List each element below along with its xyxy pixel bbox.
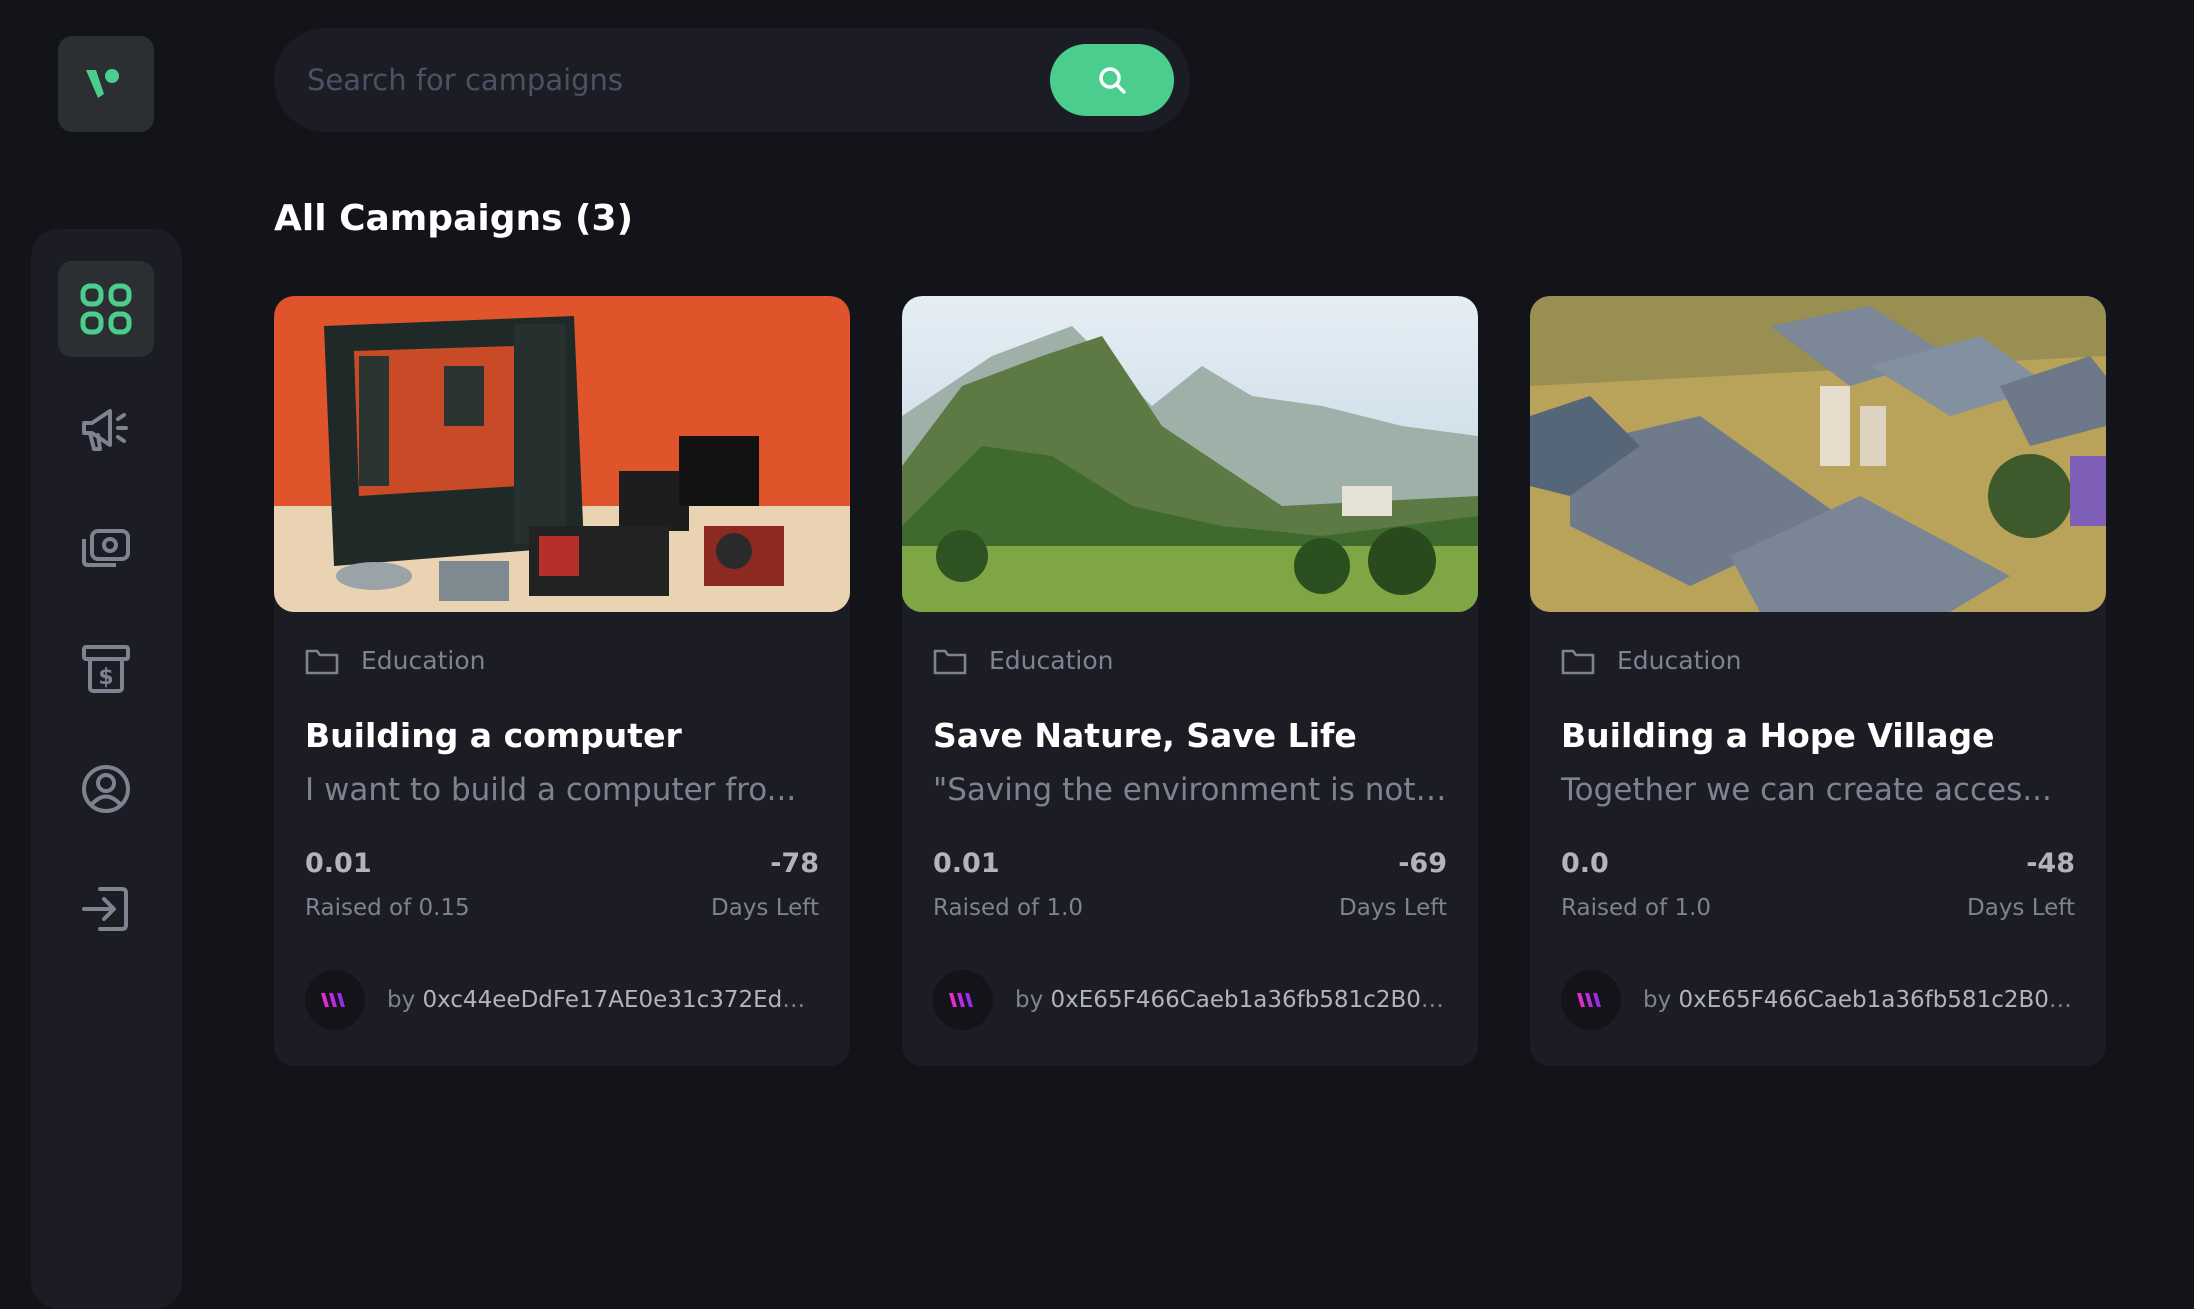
raised-label: Raised of 1.0 [933, 895, 1084, 921]
campaign-image-computer [274, 296, 850, 612]
owner-address: by 0xE65F466Caeb1a36fb581c2B05... [1015, 987, 1447, 1013]
sidebar-item-withdraw[interactable]: $ [58, 621, 154, 717]
megaphone-icon [82, 409, 128, 451]
avatar [933, 970, 993, 1030]
owner-address: by 0xE65F466Caeb1a36fb581c2B05... [1643, 987, 2075, 1013]
folder-icon [933, 649, 967, 674]
campaign-category: Education [933, 646, 1113, 675]
campaign-description: "Saving the environment is not ... [933, 772, 1447, 808]
raised-label: Raised of 0.15 [305, 895, 470, 921]
campaign-image-village [1530, 296, 2106, 612]
sidebar: $ [31, 229, 182, 1309]
payment-camera-icon [82, 529, 130, 567]
campaign-description: I want to build a computer fro... [305, 772, 797, 808]
days-left-value: -78 [770, 848, 819, 879]
avatar [1561, 970, 1621, 1030]
campaign-description: Together we can create acces... [1561, 772, 2052, 808]
raised-stat: 0.0 Raised of 1.0 [1561, 848, 1711, 921]
campaign-owner: by 0xc44eeDdFe17AE0e31c372EdBC... [305, 970, 819, 1030]
campaign-title: Building a computer [305, 716, 682, 755]
profile-icon [82, 765, 130, 813]
campaign-title: Save Nature, Save Life [933, 716, 1357, 755]
owner-address: by 0xc44eeDdFe17AE0e31c372EdBC... [387, 987, 819, 1013]
days-left-label: Days Left [711, 895, 819, 921]
raised-amount: 0.01 [933, 848, 1000, 879]
thirdweb-logo-icon [949, 993, 973, 1007]
category-label: Education [1617, 646, 1742, 675]
search-input[interactable] [305, 28, 1005, 132]
search-bar [274, 28, 1190, 132]
page-title: All Campaigns (3) [274, 198, 634, 239]
days-left-value: -48 [2026, 848, 2075, 879]
campaign-title: Building a Hope Village [1561, 716, 1995, 755]
raised-label: Raised of 1.0 [1561, 895, 1712, 921]
campaign-image-nature [902, 296, 1478, 612]
days-stat: -48 Days Left [1967, 848, 2075, 921]
campaign-category: Education [305, 646, 485, 675]
folder-icon [305, 649, 339, 674]
folder-icon [1561, 649, 1595, 674]
sidebar-item-logout[interactable] [58, 861, 154, 957]
campaign-card[interactable]: Education Building a computer I want to … [274, 296, 850, 1066]
svg-text:$: $ [98, 665, 113, 690]
brand-logo[interactable] [58, 36, 154, 132]
days-left-label: Days Left [1967, 895, 2075, 921]
category-label: Education [989, 646, 1114, 675]
search-button[interactable] [1050, 44, 1174, 116]
thirdweb-logo-icon [1577, 993, 1601, 1007]
search-icon [1099, 67, 1126, 94]
logout-icon [82, 887, 128, 931]
sidebar-item-profile[interactable] [58, 741, 154, 837]
sidebar-item-dashboard[interactable] [58, 261, 154, 357]
brand-logo-icon [86, 69, 119, 98]
campaign-owner: by 0xE65F466Caeb1a36fb581c2B05... [1561, 970, 2075, 1030]
days-left-label: Days Left [1339, 895, 1447, 921]
dashboard-grid-icon [80, 283, 132, 335]
days-stat: -69 Days Left [1339, 848, 1447, 921]
raised-stat: 0.01 Raised of 1.0 [933, 848, 1083, 921]
withdraw-dollar-icon: $ [82, 645, 130, 693]
campaign-category: Education [1561, 646, 1741, 675]
days-left-value: -69 [1398, 848, 1447, 879]
campaign-card[interactable]: Education Building a Hope Village Togeth… [1530, 296, 2106, 1066]
raised-amount: 0.01 [305, 848, 372, 879]
avatar [305, 970, 365, 1030]
campaign-owner: by 0xE65F466Caeb1a36fb581c2B05... [933, 970, 1447, 1030]
days-stat: -78 Days Left [711, 848, 819, 921]
sidebar-item-payment[interactable] [58, 501, 154, 597]
raised-stat: 0.01 Raised of 0.15 [305, 848, 470, 921]
category-label: Education [361, 646, 486, 675]
campaign-card[interactable]: Education Save Nature, Save Life "Saving… [902, 296, 1478, 1066]
sidebar-item-campaign[interactable] [58, 381, 154, 477]
raised-amount: 0.0 [1561, 848, 1609, 879]
thirdweb-logo-icon [321, 993, 345, 1007]
